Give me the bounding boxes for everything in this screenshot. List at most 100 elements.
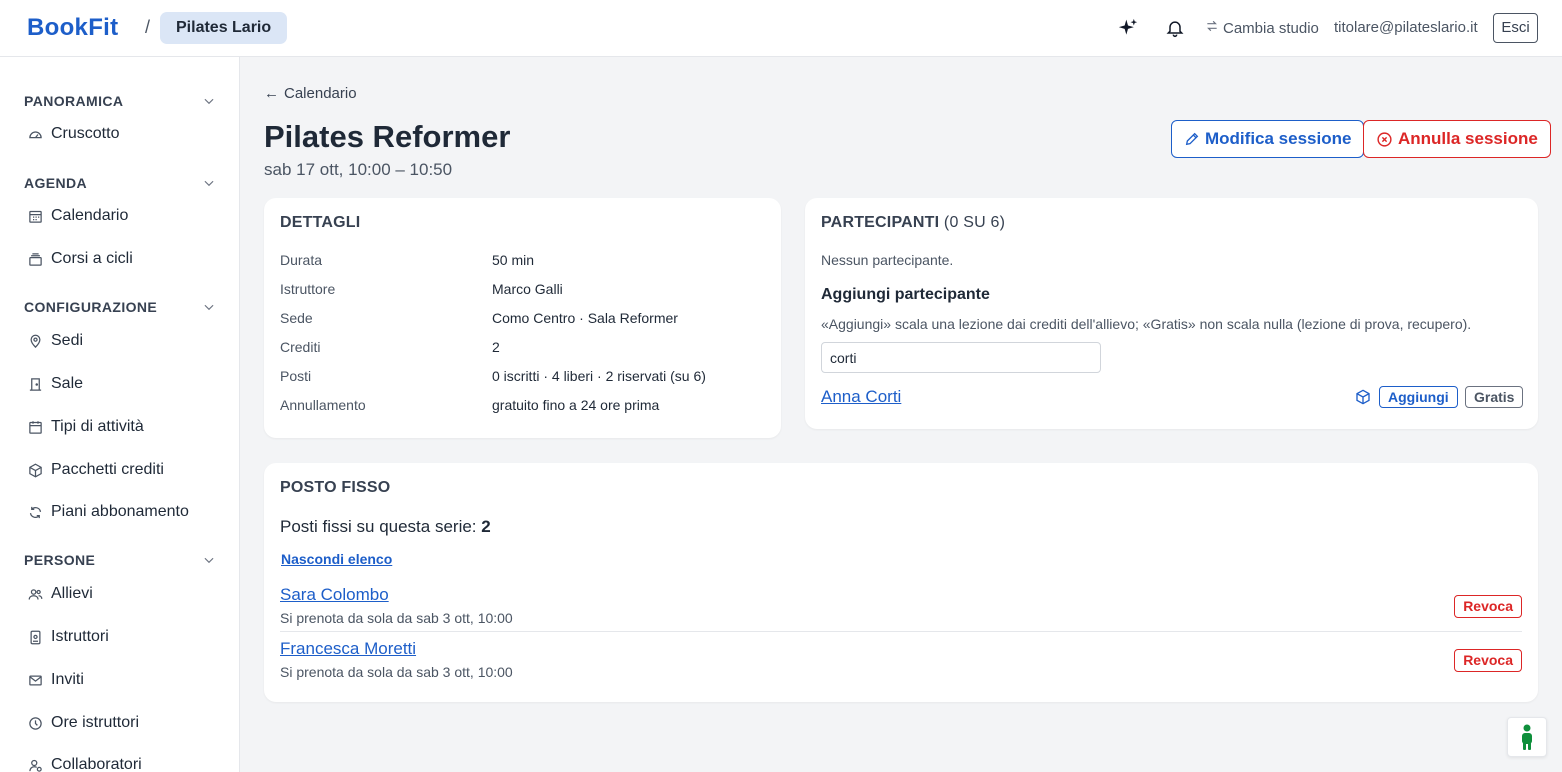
detail-key: Annullamento xyxy=(280,397,366,413)
sidebar-item-label: Allievi xyxy=(51,585,93,602)
sidebar-item-label: Inviti xyxy=(51,671,84,688)
add-participant-button[interactable]: Aggiungi xyxy=(1379,386,1458,408)
participants-title-label: PARTECIPANTI xyxy=(821,214,940,231)
detail-value: Como Centro · Sala Reformer xyxy=(492,310,678,326)
calendar-icon xyxy=(29,420,42,434)
sidebar-item-piani-abbonamento[interactable]: Piani abbonamento xyxy=(28,503,189,521)
sidebar-item-istruttori[interactable]: Istruttori xyxy=(28,628,109,646)
sidebar-item-cruscotto[interactable]: Cruscotto xyxy=(28,125,119,143)
search-result-name[interactable]: Anna Corti xyxy=(821,387,901,407)
participants-count: (0 SU 6) xyxy=(943,214,1006,231)
sidebar-section-label: CONFIGURAZIONE xyxy=(24,299,158,315)
revoke-button[interactable]: Revoca xyxy=(1454,595,1522,618)
sidebar-item-pacchetti-crediti[interactable]: Pacchetti crediti xyxy=(28,461,164,479)
sidebar-item-collaboratori[interactable]: Collaboratori xyxy=(28,756,142,772)
map-pin-icon xyxy=(30,334,41,348)
participants-title: PARTECIPANTI (0 SU 6) xyxy=(821,214,1005,232)
refresh-icon xyxy=(29,506,42,518)
add-participant-hint: «Aggiungi» scala una lezione dai crediti… xyxy=(821,316,1472,332)
sparkle-icon[interactable] xyxy=(1116,16,1140,40)
free-participant-button[interactable]: Gratis xyxy=(1465,386,1524,408)
sidebar-section-label: PERSONE xyxy=(24,552,96,568)
detail-value: 50 min xyxy=(492,252,535,268)
sidebar-item-sedi[interactable]: Sedi xyxy=(28,332,83,350)
page-subtitle: sab 17 ott, 10:00 – 10:50 xyxy=(264,160,453,179)
sidebar: PANORAMICA Cruscotto AGENDA Calendario C… xyxy=(0,57,240,772)
sidebar-item-corsi-a-cicli[interactable]: Corsi a cicli xyxy=(28,250,133,268)
fixed-seat-count-label: Posti fissi su questa serie: xyxy=(280,517,477,536)
sidebar-item-label: Istruttori xyxy=(51,628,109,645)
sidebar-item-calendario[interactable]: Calendario xyxy=(28,207,128,225)
detail-value: Marco Galli xyxy=(492,281,563,297)
chevron-down-icon xyxy=(204,98,214,105)
sidebar-item-label: Calendario xyxy=(51,207,129,224)
member-name-link[interactable]: Sara Colombo xyxy=(280,585,389,605)
sidebar-item-label: Corsi a cicli xyxy=(51,250,133,267)
sidebar-section-label: AGENDA xyxy=(24,175,88,191)
sidebar-item-tipi-di-attivita[interactable]: Tipi di attività xyxy=(28,418,144,436)
participant-search-input[interactable] xyxy=(821,342,1101,373)
x-circle-icon xyxy=(1377,131,1392,147)
calendar-grid-icon xyxy=(29,210,42,223)
cancel-session-label: Annulla sessione xyxy=(1398,129,1538,148)
sidebar-item-sale[interactable]: Sale xyxy=(28,375,83,393)
details-title: DETTAGLI xyxy=(280,214,361,231)
detail-value: gratuito fino a 24 ore prima xyxy=(492,397,660,413)
mail-icon xyxy=(29,675,42,685)
chevron-down-icon xyxy=(204,304,214,311)
divider xyxy=(280,631,1522,632)
pencil-icon xyxy=(1185,132,1199,146)
member-note: Si prenota da sola da sab 3 ott, 10:00 xyxy=(280,610,513,626)
logout-button[interactable]: Esci xyxy=(1493,13,1538,43)
detail-key: Istruttore xyxy=(280,281,336,297)
chevron-down-icon xyxy=(204,557,214,564)
revoke-button[interactable]: Revoca xyxy=(1454,649,1522,672)
users-icon xyxy=(28,588,43,600)
fixed-seat-count: Posti fissi su questa serie: 2 xyxy=(280,517,491,537)
hide-list-link[interactable]: Nascondi elenco xyxy=(281,551,392,567)
member-name-link[interactable]: Francesca Moretti xyxy=(280,639,416,659)
detail-key: Posti xyxy=(280,368,312,384)
switch-studio-label: Cambia studio xyxy=(1223,19,1319,37)
badge-icon xyxy=(30,630,41,644)
bell-icon[interactable] xyxy=(1163,16,1187,40)
empty-participants-text: Nessun partecipante. xyxy=(821,252,954,268)
studio-name-pill[interactable]: Pilates Lario xyxy=(160,12,288,44)
detail-value: 2 xyxy=(492,339,500,355)
sidebar-item-ore-istruttori[interactable]: Ore istruttori xyxy=(28,714,139,732)
detail-value: 0 iscritti · 4 liberi · 2 riservati (su … xyxy=(492,368,706,384)
back-link-label: Calendario xyxy=(284,85,357,102)
list-item: Francesca Moretti Si prenota da sola da … xyxy=(280,639,1522,693)
chevron-down-icon xyxy=(204,180,214,187)
sidebar-item-label: Piani abbonamento xyxy=(51,503,189,520)
stack-icon xyxy=(29,252,42,266)
app-logo[interactable]: BookFit xyxy=(27,14,118,42)
user-email: titolare@pilateslario.it xyxy=(1334,19,1478,36)
cancel-session-button[interactable]: Annulla sessione xyxy=(1363,120,1551,158)
help-button[interactable] xyxy=(1507,717,1547,757)
add-participant-title: Aggiungi partecipante xyxy=(821,286,990,303)
sidebar-item-allievi[interactable]: Allievi xyxy=(28,585,93,603)
sidebar-item-label: Sale xyxy=(51,375,84,392)
sidebar-section-label: PANORAMICA xyxy=(24,93,124,109)
sidebar-section-persone[interactable]: PERSONE xyxy=(24,552,216,568)
detail-key: Crediti xyxy=(280,339,321,355)
sidebar-item-label: Collaboratori xyxy=(51,756,142,772)
sidebar-section-panoramica[interactable]: PANORAMICA xyxy=(24,93,216,109)
participants-card: PARTECIPANTI (0 SU 6) Nessun partecipant… xyxy=(805,198,1538,429)
edit-session-button[interactable]: Modifica sessione xyxy=(1171,120,1365,158)
fixed-seat-title: POSTO FISSO xyxy=(280,479,391,496)
sidebar-section-agenda[interactable]: AGENDA xyxy=(24,175,216,191)
switch-studio-link[interactable]: Cambia studio xyxy=(1205,19,1319,37)
package-icon[interactable] xyxy=(1355,389,1371,405)
sidebar-section-configurazione[interactable]: CONFIGURAZIONE xyxy=(24,299,216,315)
detail-key: Sede xyxy=(280,310,313,326)
back-link[interactable]: ← Calendario xyxy=(264,85,357,102)
sidebar-item-inviti[interactable]: Inviti xyxy=(28,671,84,689)
edit-session-label: Modifica sessione xyxy=(1205,129,1352,148)
sidebar-item-label: Cruscotto xyxy=(51,125,120,142)
user-cog-icon xyxy=(29,759,42,772)
package-icon xyxy=(29,463,42,477)
fixed-seat-count-value: 2 xyxy=(481,517,491,536)
sidebar-item-label: Ore istruttori xyxy=(51,714,140,731)
